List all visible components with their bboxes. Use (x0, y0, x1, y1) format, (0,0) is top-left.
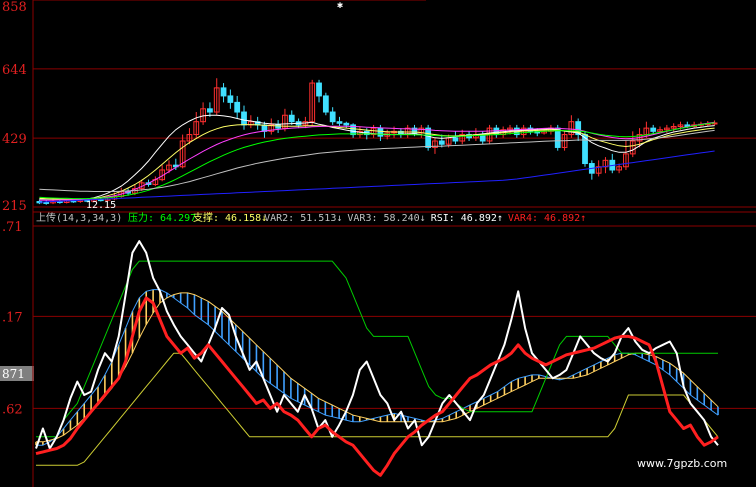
top-axis: 858 644 429 215 (2, 0, 27, 214)
candle (241, 105, 247, 130)
candle (404, 124, 411, 138)
candle (200, 102, 206, 125)
candle (609, 153, 616, 174)
candle (595, 160, 602, 177)
candle (329, 107, 336, 125)
candle (227, 89, 234, 109)
top-panel: 858 644 429 215 12.15 ✱ (2, 0, 756, 214)
indicator-name: 上传(14,3,34,3) (36, 212, 122, 224)
watermark: www.7gpzb.com (637, 457, 727, 470)
low-price-marker: 12.15 (86, 200, 116, 211)
top-axis-tick-label: 215 (2, 199, 27, 214)
candle (397, 128, 404, 138)
series-line (36, 352, 719, 466)
indicator-header-item: RSI: 46.892↑ (431, 213, 503, 224)
indicator-items: 压力: 64.297支撑: 46.158↓VAR2: 51.513↓ VAR3: … (128, 211, 586, 224)
top-grid (33, 0, 756, 208)
indicator-header-item: VAR2: 51.513↓ (264, 213, 342, 224)
candle (152, 176, 159, 187)
top-axis-tick-label: 429 (2, 132, 27, 147)
indicator-lines (35, 240, 719, 477)
candle (309, 79, 316, 125)
bottom-axis: .71 .17 .62 (2, 220, 23, 417)
stock-chart: 858 644 429 215 12.15 ✱ 上传(14,3,34,3) 压力: 6… (0, 0, 756, 487)
top-axis-tick-label: 644 (2, 63, 27, 78)
candle (629, 131, 636, 158)
candle (159, 165, 166, 182)
high-marker-star: ✱ (337, 0, 343, 11)
bottom-axis-tick-label: .17 (2, 310, 23, 325)
moving-average-line (39, 150, 715, 203)
candle (438, 134, 445, 148)
candle (234, 95, 241, 119)
bottom-grid (33, 225, 756, 409)
candle (322, 92, 329, 116)
indicator-header-item: 支撑: 46.158↓ (193, 211, 267, 224)
candle (336, 116, 343, 127)
candle (418, 124, 425, 138)
indicator-header-item: 压力: 64.297 (128, 211, 196, 224)
candle (568, 115, 575, 138)
top-axis-tick-label: 858 (2, 0, 27, 15)
candle (282, 108, 288, 132)
candle (459, 129, 466, 145)
candle (623, 141, 629, 170)
current-value-box: 871 (0, 366, 34, 381)
moving-averages (39, 114, 715, 203)
candle (343, 121, 350, 129)
bottom-panel: .71 .17 .62 871 (0, 220, 756, 477)
candle (43, 200, 50, 205)
bottom-axis-tick-label: .71 (2, 220, 23, 235)
candle (275, 120, 281, 133)
indicator-header: 上传(14,3,34,3) 压力: 64.297支撑: 46.158↓VAR2:… (36, 211, 586, 224)
indicator-header-item: VAR3: 58.240↓ (347, 213, 425, 224)
candle (207, 102, 213, 117)
candle (602, 157, 609, 174)
candle (493, 124, 500, 138)
candle (452, 131, 459, 145)
candle (193, 112, 200, 138)
candle (268, 118, 275, 135)
candle (261, 121, 268, 138)
current-value-label: 871 (2, 367, 25, 381)
candle (254, 116, 261, 130)
bottom-axis-tick-label: .62 (2, 402, 23, 417)
candle (316, 79, 322, 103)
candle (588, 160, 595, 180)
candle (288, 110, 295, 125)
indicator-header-item: VAR4: 46.892↑ (508, 213, 586, 224)
candle (213, 78, 220, 116)
candle (220, 83, 227, 103)
